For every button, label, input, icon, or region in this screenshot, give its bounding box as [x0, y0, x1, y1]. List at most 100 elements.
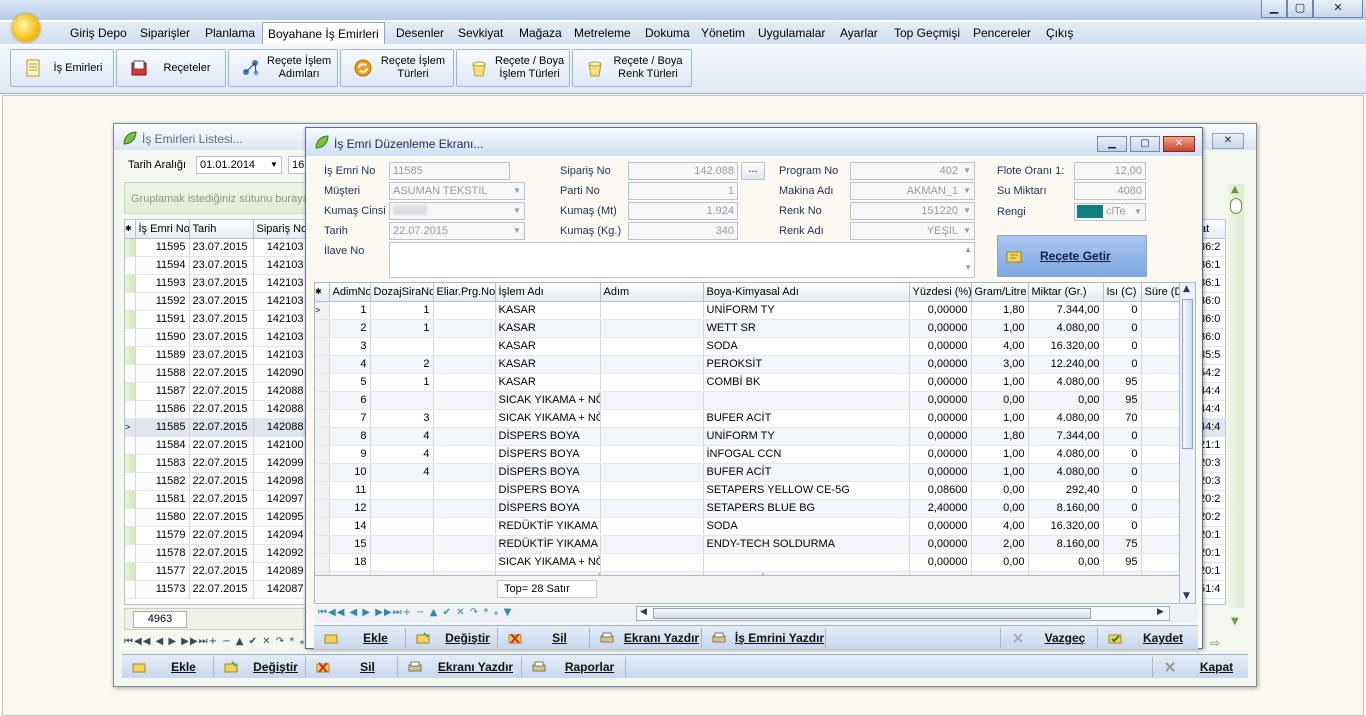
row-indicator[interactable]	[125, 544, 136, 563]
col-header[interactable]: DozajSiraNo	[370, 283, 434, 302]
kumas-kg-field[interactable]: 340	[628, 222, 738, 240]
table-row[interactable]: 11592 23.07.2015 142103	[125, 292, 305, 311]
edit-ekrani-yazdir-button[interactable]: Ekranı Yazdır	[590, 628, 702, 648]
row-indicator[interactable]	[125, 580, 136, 599]
edit-vazgec-button[interactable]: Vazgeç	[1000, 628, 1098, 648]
menu-siparisler[interactable]: Siparişler	[140, 26, 190, 40]
renk-no-select[interactable]: 151220 ▼	[850, 202, 975, 220]
parti-no-field[interactable]: 1	[628, 182, 738, 200]
chevron-down-icon[interactable]: ▼	[962, 165, 972, 177]
tarih-field[interactable]: 22.07.2015 ▼	[389, 222, 525, 240]
list-ekrani-yazdir-button[interactable]: Ekranı Yazdır	[398, 657, 522, 677]
menu-dokuma[interactable]: Dokuma	[645, 26, 690, 40]
table-row[interactable]: 11584 22.07.2015 142100	[125, 436, 305, 455]
list-raporlar-button[interactable]: Raporlar	[522, 657, 626, 677]
row-indicator[interactable]	[125, 508, 136, 527]
ribbon-recete-islem-turleri[interactable]: Reçete İşlem Türleri	[340, 49, 454, 87]
row-indicator[interactable]	[315, 337, 330, 356]
table-row[interactable]: 11573 22.07.2015 142087	[125, 580, 305, 599]
table-row[interactable]: 11586 22.07.2015 142088	[125, 400, 305, 419]
row-indicator[interactable]	[315, 463, 330, 482]
table-row[interactable]: 11593 23.07.2015 142103	[125, 274, 305, 293]
col-header[interactable]: Isı (C)	[1103, 283, 1142, 302]
table-row[interactable]: 11587 22.07.2015 142088	[125, 382, 305, 401]
table-row[interactable]: 11589 23.07.2015 142103	[125, 346, 305, 365]
chevron-down-icon[interactable]: ▼	[1133, 206, 1143, 218]
col-header[interactable]: Miktar (Gr.)	[1028, 283, 1104, 302]
program-no-select[interactable]: 402 ▼	[850, 162, 975, 180]
table-row[interactable]: >11585 22.07.2015 142088	[125, 418, 305, 437]
chevron-down-icon[interactable]: ▼	[962, 225, 972, 237]
kumas-mt-field[interactable]: 1.924	[628, 202, 738, 220]
list-close-button[interactable]: ✕	[1212, 133, 1244, 149]
scroll-thumb[interactable]	[1230, 198, 1242, 214]
ribbon-is-emirleri[interactable]: İş Emirleri	[10, 49, 114, 87]
row-indicator[interactable]	[125, 562, 136, 581]
table-row[interactable]: 3 KASAR SODA 0,00000 4,00 16.320,00 0	[315, 337, 1179, 356]
table-row[interactable]: 11590 23.07.2015 142103	[125, 328, 305, 347]
col-header[interactable]: Eliar.Prg.No	[433, 283, 496, 302]
row-indicator[interactable]	[125, 238, 136, 257]
col-header[interactable]: AdimNo	[329, 283, 371, 302]
table-row[interactable]: 11595 23.07.2015 142103	[125, 238, 305, 257]
table-row[interactable]: 14 REDÜKTİF YIKAMA SODA 0,00000 4,00 16.320,0…	[315, 517, 1179, 536]
col-header[interactable]: Adım	[600, 283, 704, 302]
musteri-select[interactable]: ASUMAN TEKSTIL ▼	[389, 182, 525, 200]
rengi-color-select[interactable]: clTe ▼	[1074, 203, 1146, 221]
renk-adi-select[interactable]: YEŞIL ▼	[850, 222, 975, 240]
recipe-grid-hscroll[interactable]: ◀ ▶	[636, 606, 1170, 621]
chevron-down-icon[interactable]: ▼	[962, 205, 972, 217]
group-panel[interactable]: Gruplamak istediğiniz sütunu buraya	[124, 182, 309, 214]
row-indicator[interactable]	[315, 373, 330, 392]
table-row[interactable]: 11582 22.07.2015 142098	[125, 472, 305, 491]
scroll-up-icon[interactable]: ▲	[1231, 184, 1239, 195]
table-row[interactable]: 18 SICAK YIKAMA + NÖ 0,00000 0,00 0,00 95	[315, 553, 1179, 572]
flote-field[interactable]: 12,00	[1074, 162, 1146, 180]
row-indicator[interactable]	[125, 454, 136, 473]
row-indicator[interactable]	[125, 472, 136, 491]
edit-sil-button[interactable]: Sil	[498, 628, 590, 648]
list-degistir-button[interactable]: Değiştir	[214, 657, 306, 677]
chevron-down-icon[interactable]: ▼	[269, 159, 279, 171]
row-indicator[interactable]	[125, 256, 136, 275]
menu-metreleme[interactable]: Metreleme	[574, 26, 631, 40]
table-row[interactable]: 11579 22.07.2015 142094	[125, 526, 305, 545]
table-row[interactable]: 11588 22.07.2015 142090	[125, 364, 305, 383]
table-row[interactable]: 15 REDÜKTİF YIKAMA ENDY-TECH SOLDURMA 0,000…	[315, 535, 1179, 554]
row-indicator[interactable]	[125, 400, 136, 419]
table-row[interactable]: 4 2 KASAR PEROKSİT 0,00000 3,00 12.240,00 0	[315, 355, 1179, 374]
row-indicator[interactable]	[315, 391, 330, 410]
row-indicator-header[interactable]: ✱	[125, 220, 136, 239]
row-indicator[interactable]	[315, 481, 330, 500]
col-header[interactable]: Boya-Kimyasal Adı	[703, 283, 910, 302]
menu-desenler[interactable]: Desenler	[396, 26, 444, 40]
menu-planlama[interactable]: Planlama	[205, 26, 255, 40]
col-header[interactable]: Yüzdesi (%)	[909, 283, 972, 302]
ribbon-receteler[interactable]: Reçeteler	[116, 49, 226, 87]
menu-sevkiyat[interactable]: Sevkiyat	[458, 26, 503, 40]
row-indicator[interactable]	[125, 292, 136, 311]
menu-uygulamalar[interactable]: Uygulamalar	[758, 26, 825, 40]
table-row[interactable]: 11591 23.07.2015 142103	[125, 310, 305, 329]
memo-scroll-down-icon[interactable]: ▼	[964, 263, 972, 272]
ribbon-recete-boya-renk-turleri[interactable]: Reçete / Boya Renk Türleri	[572, 49, 692, 87]
row-indicator[interactable]	[315, 535, 330, 554]
col-header[interactable]: Gram/Litre	[971, 283, 1029, 302]
row-indicator[interactable]	[315, 409, 330, 428]
siparis-lookup-button[interactable]: ...	[741, 162, 765, 180]
chevron-down-icon[interactable]: ▼	[512, 205, 522, 217]
row-indicator[interactable]	[315, 499, 330, 518]
menu-pencereler[interactable]: Pencereler	[973, 26, 1031, 40]
hscroll-thumb[interactable]	[653, 608, 1091, 619]
table-row[interactable]: >1 1 KASAR UNİFORM TY 0,00000 1,80 7.344,00 0	[315, 301, 1179, 320]
row-indicator[interactable]	[125, 328, 136, 347]
menu-magaza[interactable]: Mağaza	[519, 26, 562, 40]
table-row[interactable]: 10 4 DİSPERS BOYA BUFER ACİT 0,00000 1,00 4.08…	[315, 463, 1179, 482]
row-indicator[interactable]	[125, 364, 136, 383]
maximize-button[interactable]: ▢	[1287, 0, 1313, 18]
table-row[interactable]: 7 3 SICAK YIKAMA + NÖ BUFER ACİT 0,00000 1,00…	[315, 409, 1179, 428]
table-row[interactable]: 12 DİSPERS BOYA SETAPERS BLUE BG 2,40000 0,0…	[315, 499, 1179, 518]
menu-boyahane-is-emirleri[interactable]: Boyahane İş Emirleri	[262, 22, 385, 46]
col-header[interactable]: İşlem Adı	[495, 283, 601, 302]
chevron-down-icon[interactable]: ▼	[512, 185, 522, 197]
